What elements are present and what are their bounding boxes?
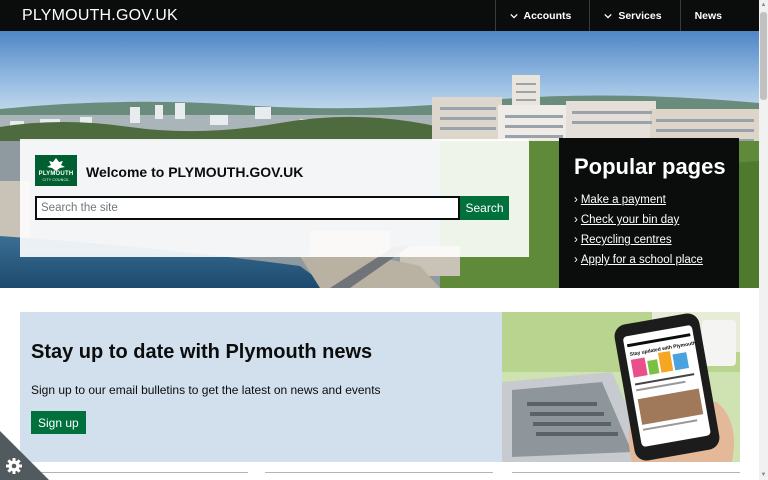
chevron-right-icon: ›	[574, 194, 578, 206]
chevron-down-icon	[509, 13, 518, 19]
popular-link-recycling-centres[interactable]: Recycling centres	[581, 234, 672, 254]
nav-services-label: Services	[618, 9, 662, 22]
cookie-settings-button[interactable]	[0, 431, 49, 480]
site-header: PLYMOUTH.GOV.UK Accounts Services News	[0, 0, 759, 31]
chevron-right-icon: ›	[574, 214, 578, 226]
nav-news-label: News	[694, 9, 722, 22]
list-item: › Apply for a school place	[574, 254, 739, 274]
nav-accounts-label: Accounts	[523, 9, 572, 22]
gear-icon	[6, 458, 22, 474]
popular-pages-list: › Make a payment › Check your bin day › Rec…	[574, 194, 739, 274]
scroll-down-arrow-icon[interactable]: ▼	[760, 471, 767, 479]
main-nav: Accounts Services News	[494, 0, 760, 31]
popular-link-make-payment[interactable]: Make a payment	[581, 194, 666, 214]
popular-link-school-place[interactable]: Apply for a school place	[581, 254, 703, 274]
popular-link-bin-day[interactable]: Check your bin day	[581, 214, 679, 234]
nav-accounts[interactable]: Accounts	[494, 0, 590, 31]
scroll-up-arrow-icon[interactable]: ▲	[760, 1, 767, 9]
search-button[interactable]: Search	[460, 196, 509, 220]
council-logo[interactable]: PLYMOUTH CITY COUNCIL	[35, 155, 77, 186]
chevron-down-icon	[604, 13, 612, 19]
scrollbar-thumb[interactable]	[760, 12, 767, 100]
nav-services[interactable]: Services	[589, 0, 679, 31]
card-divider	[512, 472, 740, 473]
logo-subtext: CITY COUNCIL	[42, 178, 70, 182]
chevron-right-icon: ›	[574, 234, 578, 246]
list-item: › Check your bin day	[574, 214, 739, 234]
search-input[interactable]	[35, 196, 460, 220]
news-signup-banner: Stay up to date with Plymouth news Sign …	[20, 312, 740, 462]
nav-news[interactable]: News	[679, 0, 759, 31]
welcome-heading: Welcome to PLYMOUTH.GOV.UK	[86, 164, 304, 180]
site-brand-link[interactable]: PLYMOUTH.GOV.UK	[22, 7, 178, 25]
list-item: › Make a payment	[574, 194, 739, 214]
welcome-card: PLYMOUTH CITY COUNCIL Welcome to PLYMOUT…	[20, 139, 529, 257]
site-search-form: Search	[35, 196, 509, 220]
council-crest-icon	[47, 158, 65, 171]
list-item: › Recycling centres	[574, 234, 739, 254]
popular-pages-heading: Popular pages	[574, 154, 726, 179]
card-divider	[40, 472, 248, 473]
page-scrollbar[interactable]: ▲ ▼	[759, 0, 768, 480]
news-heading: Stay up to date with Plymouth news	[31, 341, 373, 363]
phone-laptop-illustration: Stay updated with Plymouth	[502, 312, 740, 462]
logo-text: PLYMOUTH	[38, 171, 74, 177]
chevron-right-icon: ›	[574, 254, 578, 266]
news-phone-image: Stay updated with Plymouth	[502, 312, 740, 462]
card-divider	[265, 472, 493, 473]
news-description: Sign up to our email bulletins to get th…	[31, 383, 381, 397]
popular-pages-panel: Popular pages › Make a payment › Check you…	[559, 138, 739, 288]
